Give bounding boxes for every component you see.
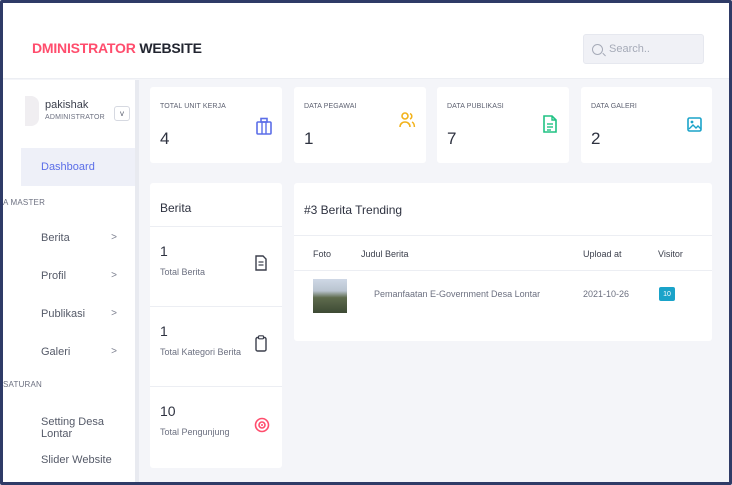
search-icon [592, 43, 603, 55]
file-text-icon [255, 255, 267, 271]
upload-date-cell: 2021-10-26 [583, 289, 630, 299]
app-frame: DMINISTRATOR WEBSITE pakishak ADMINISTRA… [0, 0, 732, 485]
section-label-master: A MASTER [3, 198, 46, 207]
chevron-right-icon: > [111, 308, 117, 319]
sidebar-item-berita[interactable]: Berita > [41, 232, 135, 244]
brand-accent: DMINISTRATOR [32, 40, 136, 56]
sidebar-item-label: Slider Website [41, 454, 112, 466]
sidebar-item-label: Profil [41, 270, 67, 282]
stat-card-pegawai[interactable]: DATA PEGAWAI 1 [294, 87, 426, 163]
profile-name: pakishak [45, 99, 89, 111]
stat-label: Total Pengunjung [160, 427, 230, 437]
stat-value: 7 [447, 129, 457, 148]
chevron-right-icon: > [111, 232, 117, 243]
sidebar-item-galeri[interactable]: Galeri > [41, 346, 135, 358]
berita-stat-row[interactable]: 1 Total Kategori Berita [150, 306, 282, 386]
sidebar-item-profil[interactable]: Profil > [41, 270, 135, 282]
column-header-visitor: Visitor [658, 249, 683, 259]
visitor-count-badge: 10 [659, 287, 675, 301]
briefcase-icon [256, 117, 272, 135]
sidebar-item-publikasi[interactable]: Publikasi > [41, 308, 135, 320]
eye-icon [254, 417, 270, 433]
stat-label: DATA PEGAWAI [304, 103, 357, 110]
profile-role: ADMINISTRATOR [45, 114, 105, 121]
document-icon [543, 115, 557, 133]
stat-label: DATA PUBLIKASI [447, 103, 504, 110]
sidebar-item-slider-website[interactable]: Slider Website [41, 454, 135, 466]
stat-card-galeri[interactable]: DATA GALERI 2 [581, 87, 712, 163]
section-label-pengaturan: SATURAN [3, 380, 43, 389]
berita-stat-row[interactable]: 1 Total Berita [150, 226, 282, 306]
stat-label: Total Berita [160, 267, 206, 277]
news-thumbnail[interactable] [313, 279, 347, 313]
stat-label: TOTAL UNIT KERJA [160, 103, 226, 110]
search-input[interactable] [609, 43, 699, 55]
sidebar-item-setting-desa[interactable]: Setting Desa Lontar [41, 416, 151, 440]
stat-card-unit-kerja[interactable]: TOTAL UNIT KERJA 4 [150, 87, 282, 163]
column-header-upload: Upload at [583, 249, 622, 259]
berita-stat-row[interactable]: 10 Total Pengunjung [150, 386, 282, 466]
stat-card-publikasi[interactable]: DATA PUBLIKASI 7 [437, 87, 569, 163]
chevron-right-icon: > [111, 270, 117, 281]
topbar: DMINISTRATOR WEBSITE [3, 3, 729, 79]
image-icon [687, 117, 702, 132]
sidebar-item-dashboard[interactable]: Dashboard [21, 148, 135, 186]
sidebar: pakishak ADMINISTRATOR v Dashboard A MAS… [3, 80, 139, 482]
stat-value: 1 [160, 323, 168, 339]
search-box[interactable] [583, 34, 704, 64]
profile-dropdown-button[interactable]: v [114, 106, 130, 121]
berita-summary-card: Berita 1 Total Berita 1 Total Kategori B… [150, 183, 282, 468]
column-header-foto: Foto [313, 249, 332, 259]
card-title: Berita [160, 201, 192, 215]
users-icon [399, 112, 416, 128]
sidebar-item-label: Berita [41, 232, 70, 244]
avatar [25, 96, 39, 126]
sidebar-item-label: Galeri [41, 346, 71, 358]
stat-value: 1 [304, 129, 314, 148]
sidebar-item-label: Publikasi [41, 308, 86, 320]
clipboard-icon [255, 335, 267, 352]
trending-news-card: #3 Berita Trending Foto Judul Berita Upl… [294, 183, 712, 341]
stat-value: 4 [160, 129, 170, 148]
chevron-down-icon: v [120, 109, 124, 118]
profile-panel: pakishak ADMINISTRATOR v [3, 80, 135, 146]
table-header: Foto Judul Berita Upload at Visitor [294, 235, 712, 271]
card-title: #3 Berita Trending [304, 203, 403, 217]
stat-value: 10 [160, 403, 176, 419]
stat-value: 2 [591, 129, 601, 148]
stat-label: Total Kategori Berita [160, 347, 242, 357]
stat-value: 1 [160, 243, 168, 259]
sidebar-item-label: Setting Desa Lontar [41, 416, 104, 440]
brand-rest: WEBSITE [135, 40, 202, 56]
brand-logo[interactable]: DMINISTRATOR WEBSITE [32, 40, 202, 56]
news-title-cell[interactable]: Pemanfaatan E-Government Desa Lontar [374, 289, 540, 299]
chevron-right-icon: > [111, 346, 117, 357]
column-header-judul: Judul Berita [361, 249, 409, 259]
stat-label: DATA GALERI [591, 103, 637, 110]
